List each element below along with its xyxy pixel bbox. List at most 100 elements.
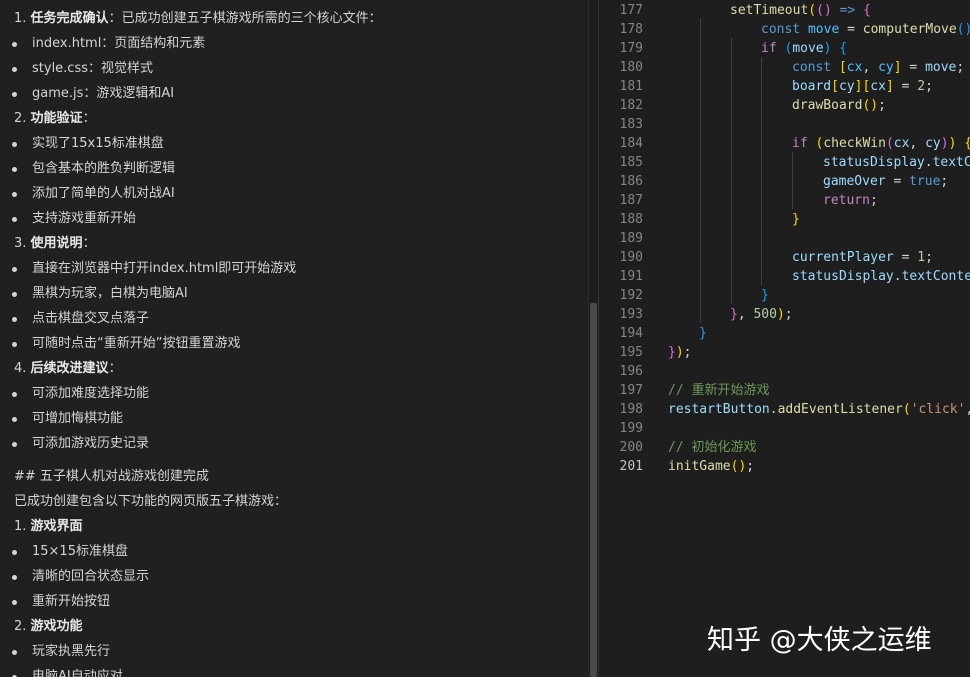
bullet-icon — [12, 92, 17, 97]
line-number: 197 — [619, 383, 643, 398]
task-heading: 1. 任务完成确认：已成功创建五子棋游戏所需的三个核心文件： — [14, 11, 382, 26]
code-token: drawBoard — [792, 98, 863, 113]
code-token: ) — [823, 3, 832, 18]
bullet-icon — [12, 550, 17, 555]
code-token: cx — [846, 60, 863, 75]
code-line: board[cy][cx] = 2; — [792, 77, 933, 96]
code-token: statusDisplay — [792, 269, 894, 284]
code-token: = — [893, 250, 918, 265]
code-line: statusDisplay.textCo — [823, 153, 970, 172]
line-number: 186 — [619, 174, 643, 189]
code-token: = — [839, 22, 863, 37]
list-item: 15×15标准棋盘 — [32, 544, 128, 559]
code-editor[interactable]: 177 178 179 180 181 182 183 184 185 186 187 188 189 1… — [599, 0, 970, 677]
code-token: () — [956, 22, 970, 37]
line-number: 177 — [619, 3, 643, 18]
line-number: 193 — [619, 307, 643, 322]
code-token: 2 — [917, 79, 926, 94]
code-token: ) — [675, 345, 684, 360]
bullet-icon — [12, 417, 17, 422]
code-token: => — [831, 3, 856, 18]
line-number: 178 — [619, 22, 643, 37]
code-token: () — [862, 98, 879, 113]
list-item: 玩家执黑先行 — [32, 644, 111, 659]
code-token: } — [699, 326, 707, 341]
line-number: 185 — [619, 155, 643, 170]
code-line: return; — [823, 191, 878, 210]
code-line: } — [761, 286, 769, 305]
list-item: 可添加游戏历史记录 — [32, 436, 150, 451]
code-token: , — [909, 136, 926, 151]
chat-scrollbar[interactable] — [588, 0, 598, 677]
bullet-icon — [12, 167, 17, 172]
code-line: statusDisplay.textConter — [792, 267, 970, 286]
code-token: move — [800, 22, 840, 37]
summary-heading: ## 五子棋人机对战游戏创建完成 — [14, 469, 209, 484]
list-item: 添加了简单的人机对战AI — [32, 186, 175, 201]
line-number: 198 — [619, 402, 643, 417]
code-token: cy — [838, 79, 855, 94]
code-token: ; — [956, 60, 965, 75]
indent-guide — [792, 152, 793, 209]
code-token: computerMove — [862, 22, 957, 37]
code-token: ; — [878, 98, 886, 113]
code-token: return — [823, 193, 870, 208]
bullet-icon — [12, 650, 17, 655]
code-token: ; — [925, 250, 933, 265]
code-token: // 初始化游戏 — [668, 440, 757, 455]
summary-text: 已成功创建包含以下功能的网页版五子棋游戏： — [14, 494, 288, 509]
bullet-icon — [12, 142, 17, 147]
code-token: } — [668, 345, 676, 360]
bullet-icon — [12, 192, 17, 197]
list-item: style.css：视觉样式 — [32, 61, 153, 76]
code-line: // 重新开始游戏 — [668, 381, 769, 400]
code-token: } — [730, 307, 738, 322]
code-line: const [cx, cy] = move; — [792, 58, 964, 77]
code-line: gameOver = true; — [823, 172, 948, 191]
list-item: 可增加悔棋功能 — [32, 411, 124, 426]
code-token: [ — [831, 79, 839, 94]
code-token: addEventListener — [777, 402, 903, 417]
line-number: 181 — [619, 79, 643, 94]
code-token: initGame — [668, 459, 731, 474]
code-token: = — [901, 60, 926, 75]
code-token: ; — [869, 193, 878, 208]
code-line: }, 500); — [730, 305, 793, 324]
code-token: . — [924, 155, 933, 170]
watermark: 知乎 @大侠之运维 — [707, 625, 932, 656]
code-token: , — [862, 60, 879, 75]
ui-heading: 1. 游戏界面 — [14, 519, 83, 534]
bullet-icon — [12, 342, 17, 347]
code-line: initGame(); — [668, 457, 754, 476]
code-token: gameOver — [823, 174, 886, 189]
code-line: // 初始化游戏 — [668, 438, 756, 457]
code-token: checkWin — [823, 136, 886, 151]
line-number: 179 — [619, 41, 643, 56]
code-token: ( — [808, 3, 817, 18]
bullet-icon — [12, 267, 17, 272]
code-token: ( — [885, 136, 894, 151]
code-line: } — [699, 324, 707, 343]
code-token: = — [885, 174, 910, 189]
code-token: true — [909, 174, 941, 189]
line-number: 200 — [619, 440, 643, 455]
code-token: ) — [776, 307, 785, 322]
line-number: 192 — [619, 288, 643, 303]
list-item: 支持游戏重新开始 — [32, 211, 137, 226]
code-line: const move = computerMove(); — [761, 20, 970, 39]
list-item: 包含基本的胜负判断逻辑 — [32, 161, 176, 176]
bullet-icon — [12, 600, 17, 605]
code-line: drawBoard(); — [792, 96, 886, 115]
line-number: 184 — [619, 136, 643, 151]
scrollbar-thumb[interactable] — [590, 303, 597, 677]
code-token: // 重新开始游戏 — [668, 383, 770, 398]
code-token: , — [737, 307, 754, 322]
code-line: if (move) { — [761, 39, 847, 58]
verify-heading: 2. 功能验证： — [14, 111, 96, 126]
list-item: 可添加难度选择功能 — [32, 386, 150, 401]
code-token: const — [761, 22, 801, 37]
code-token: restartButton — [668, 402, 770, 417]
list-item: 直接在浏览器中打开index.html即可开始游戏 — [32, 261, 297, 276]
code-token: textCo — [932, 155, 970, 170]
